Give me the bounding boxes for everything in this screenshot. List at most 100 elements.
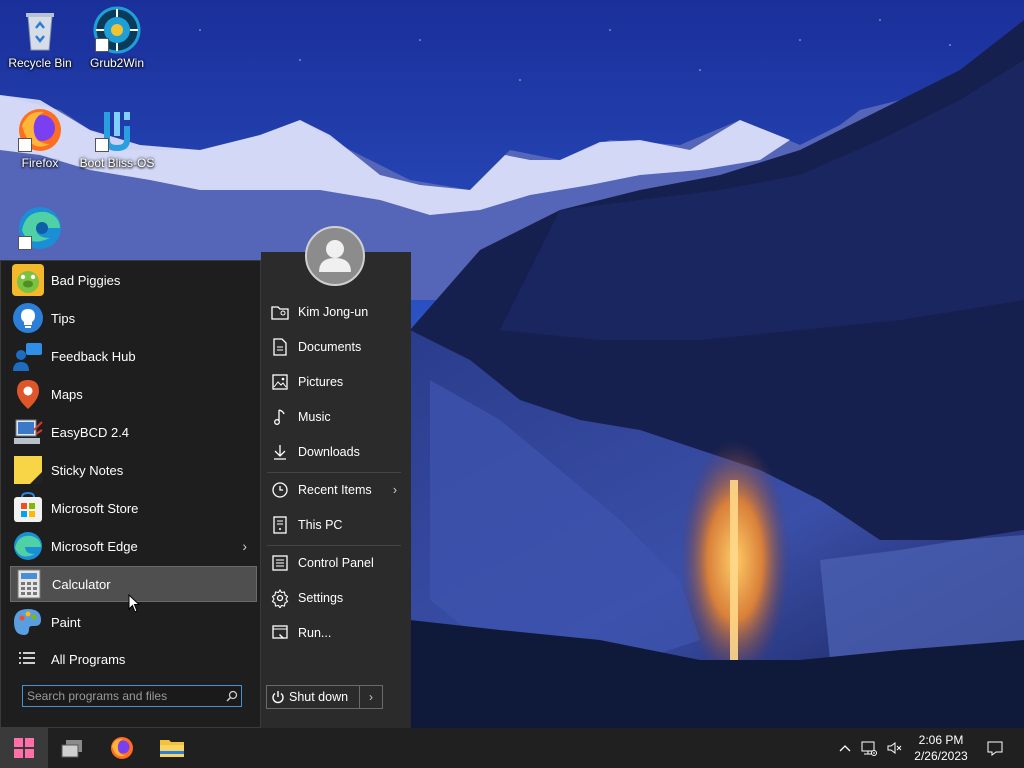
place-item-control-panel[interactable]: Control Panel — [267, 548, 405, 578]
program-item-sticky-notes[interactable]: Sticky Notes — [10, 452, 257, 488]
place-label: Documents — [298, 340, 362, 354]
place-item-user-folder[interactable]: Kim Jong-un — [267, 297, 405, 327]
bad-piggies-icon — [12, 264, 44, 296]
desktop-icon-label: Firefox — [21, 156, 59, 170]
place-label: Recent Items — [298, 483, 372, 497]
place-label: Pictures — [298, 375, 344, 389]
shortcut-arrow-icon — [18, 236, 32, 250]
show-hidden-icons-button[interactable] — [836, 728, 854, 768]
shortcut-arrow-icon — [95, 38, 109, 52]
mouse-cursor-icon — [128, 594, 141, 613]
downloads-icon — [270, 442, 290, 462]
task-view-icon — [61, 740, 82, 758]
system-clock[interactable]: 2:06 PM 2/26/2023 — [905, 732, 977, 764]
settings-icon — [270, 588, 290, 610]
chevron-up-icon — [839, 745, 851, 752]
desktop-icon-boot-bliss-os[interactable]: Boot Bliss-OS — [77, 106, 157, 170]
clock-date: 2/26/2023 — [914, 749, 968, 763]
volume-muted-icon — [887, 742, 902, 754]
desktop-icon-label: Grub2Win — [89, 56, 145, 70]
easybcd-icon — [12, 416, 44, 448]
program-item-bad-piggies[interactable]: Bad Piggies — [10, 262, 257, 298]
list-icon — [12, 643, 44, 675]
chevron-right-icon: › — [392, 483, 397, 497]
program-item-tips[interactable]: Tips — [10, 300, 257, 336]
place-label: Music — [298, 410, 331, 424]
run-icon — [270, 623, 290, 643]
place-label: Control Panel — [298, 556, 374, 570]
program-label: EasyBCD 2.4 — [51, 424, 130, 440]
taskbar-file-explorer-button[interactable] — [148, 728, 196, 768]
desktop-icon-firefox[interactable]: Firefox — [0, 106, 80, 170]
desktop-icon-edge[interactable] — [0, 204, 80, 254]
microsoft-store-icon — [12, 491, 44, 524]
shortcut-arrow-icon — [18, 138, 32, 152]
documents-icon — [270, 337, 290, 357]
desktop-icon-label: Recycle Bin — [8, 56, 72, 70]
place-label: This PC — [298, 518, 343, 532]
user-silhouette-icon — [319, 240, 351, 272]
place-item-downloads[interactable]: Downloads — [267, 437, 405, 467]
place-item-recent-items[interactable]: Recent Items › — [267, 475, 405, 505]
start-button[interactable] — [0, 728, 48, 768]
program-label: Microsoft Store — [51, 500, 139, 516]
power-icon[interactable] — [267, 686, 289, 708]
program-label: Sticky Notes — [51, 462, 124, 478]
edge-icon — [12, 530, 44, 562]
shutdown-button-group: Shut down › — [266, 685, 383, 709]
place-label: Settings — [298, 591, 344, 605]
grub2win-icon — [93, 6, 141, 54]
program-label: Bad Piggies — [51, 272, 121, 288]
volume-button[interactable] — [884, 728, 906, 768]
program-item-microsoft-store[interactable]: Microsoft Store — [10, 490, 257, 526]
place-item-settings[interactable]: Settings — [267, 583, 405, 613]
chevron-right-icon: › — [242, 538, 247, 554]
desktop-icon-label: Boot Bliss-OS — [79, 156, 155, 170]
taskbar: 2:06 PM 2/26/2023 — [0, 728, 1024, 768]
calculator-icon — [13, 568, 45, 600]
sticky-notes-icon — [12, 454, 44, 486]
program-label: Paint — [51, 614, 81, 630]
program-item-feedback-hub[interactable]: Feedback Hub — [10, 338, 257, 374]
program-label: Microsoft Edge — [51, 538, 138, 554]
this-pc-icon — [270, 515, 290, 535]
notification-icon — [987, 741, 1003, 756]
clock-time: 2:06 PM — [918, 733, 964, 747]
control-panel-icon — [270, 553, 290, 573]
maps-icon — [12, 378, 44, 410]
windows-logo-icon — [14, 738, 34, 758]
edge-icon — [16, 204, 64, 252]
place-item-music[interactable]: Music — [267, 402, 405, 432]
recycle-bin-icon — [16, 6, 64, 54]
place-item-pictures[interactable]: Pictures — [267, 367, 405, 397]
tips-icon — [12, 302, 44, 334]
shortcut-arrow-icon — [95, 138, 109, 152]
program-item-maps[interactable]: Maps — [10, 376, 257, 412]
user-folder-icon — [270, 302, 290, 322]
search-icon[interactable] — [223, 687, 241, 705]
network-status-button[interactable] — [858, 728, 880, 768]
network-icon — [861, 741, 877, 756]
pictures-icon — [270, 372, 290, 392]
all-programs-item[interactable]: All Programs — [10, 641, 257, 677]
notifications-button[interactable] — [984, 728, 1006, 768]
bliss-os-icon — [93, 106, 141, 154]
recent-items-icon — [270, 480, 290, 500]
taskbar-firefox-button[interactable] — [98, 728, 146, 768]
user-avatar[interactable] — [305, 226, 365, 286]
shutdown-button[interactable]: Shut down — [289, 690, 359, 704]
place-item-this-pc[interactable]: This PC — [267, 510, 405, 540]
paint-icon — [12, 606, 44, 638]
program-label: Feedback Hub — [51, 348, 136, 364]
place-item-run[interactable]: Run... — [267, 618, 405, 648]
place-label: Run... — [298, 626, 332, 640]
place-item-documents[interactable]: Documents — [267, 332, 405, 362]
program-item-microsoft-edge[interactable]: Microsoft Edge › — [10, 528, 257, 564]
program-label: Maps — [51, 386, 83, 402]
task-view-button[interactable] — [48, 728, 96, 768]
shutdown-options-button[interactable]: › — [359, 686, 382, 708]
desktop-icon-grub2win[interactable]: Grub2Win — [77, 6, 157, 70]
desktop-icon-recycle-bin[interactable]: Recycle Bin — [0, 6, 80, 70]
program-item-easybcd[interactable]: EasyBCD 2.4 — [10, 414, 257, 450]
search-input[interactable] — [23, 689, 223, 703]
